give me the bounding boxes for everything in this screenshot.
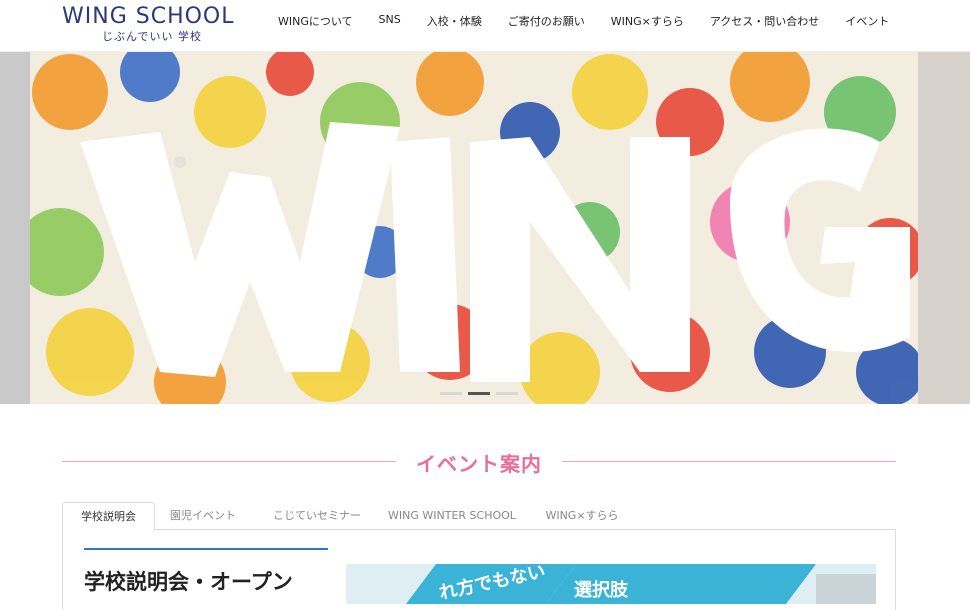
hero-side-right (918, 52, 970, 404)
nav-item-donation[interactable]: ご寄付のお願い (508, 13, 585, 29)
nav-item-admission[interactable]: 入校・体験 (427, 13, 482, 29)
main-nav: WINGについて SNS 入校・体験 ご寄付のお願い WING×すらら アクセス… (278, 13, 915, 29)
tab-surara[interactable]: WING×すらら (532, 502, 632, 531)
site-header: WING SCHOOL じぶんでいい 学校 WINGについて SNS 入校・体験… (0, 0, 970, 52)
slider-dot-3[interactable] (496, 392, 518, 395)
nav-item-about[interactable]: WINGについて (278, 13, 353, 29)
nav-item-event[interactable]: イベント (845, 13, 889, 29)
tab-school-info[interactable]: 学校説明会 (62, 502, 155, 531)
hero-image (30, 52, 918, 404)
slider-dots (440, 392, 524, 395)
section-title: イベント案内 (416, 452, 542, 476)
nav-item-sns[interactable]: SNS (379, 13, 401, 29)
heading-rule (84, 548, 328, 550)
nav-item-access[interactable]: アクセス・問い合わせ (710, 13, 819, 29)
banner-text-2: 選択肢 (574, 580, 628, 601)
tab-winter-school[interactable]: WING WINTER SCHOOL (382, 502, 522, 531)
logo-tagline: じぶんでいい 学校 (102, 30, 202, 43)
event-section-header: イベント案内 (62, 448, 896, 478)
event-tabs: 学校説明会 園児イベント こじていセミナー WING WINTER SCHOOL… (62, 502, 896, 531)
nav-item-surara[interactable]: WING×すらら (611, 13, 684, 29)
site-logo[interactable]: WING SCHOOL じぶんでいい 学校 (62, 4, 242, 46)
logo-wordmark: WING SCHOOL (62, 4, 235, 29)
slider-dot-2[interactable] (468, 392, 490, 395)
tab-seminar[interactable]: こじていセミナー (262, 502, 372, 531)
hero-slider[interactable] (0, 52, 970, 404)
panel-heading: 学校説明会・オープン (84, 570, 293, 594)
event-banner-image[interactable]: れ方でもない 選択肢 (346, 564, 876, 604)
tab-kids-event[interactable]: 園児イベント (158, 502, 248, 531)
slider-dot-1[interactable] (440, 392, 462, 395)
hero-side-left (0, 52, 30, 404)
